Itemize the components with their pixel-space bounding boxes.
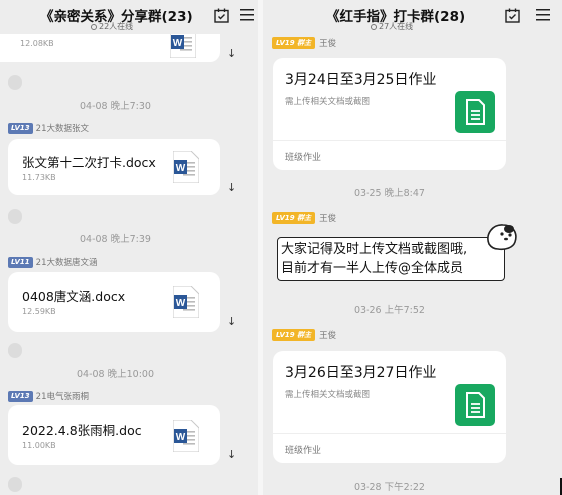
online-count-text: 27人在线 — [379, 22, 414, 31]
online-count: 27人在线 — [371, 21, 413, 32]
word-doc-icon: W — [173, 286, 199, 318]
online-count: 22人在线 — [91, 21, 133, 32]
online-icon — [91, 24, 97, 30]
document-icon — [455, 91, 495, 133]
sender-line: LV13 21大数据张文 — [8, 122, 89, 134]
menu-icon[interactable] — [536, 8, 550, 21]
level-text: LV19 — [276, 214, 295, 222]
sender-line: LV19 群主 王俊 — [272, 212, 336, 224]
message-text-line: 目前才有一半人上传@全体成员 — [281, 261, 464, 276]
file-size: 12.08KB — [20, 39, 54, 48]
task-title: 3月26日至3月27日作业 — [285, 365, 437, 381]
task-card[interactable]: 3月26日至3月27日作业 需上传相关文档或截图 班级作业 — [273, 351, 506, 463]
task-footer: 班级作业 — [285, 153, 322, 163]
svg-text:W: W — [176, 298, 186, 309]
calendar-check-icon[interactable] — [505, 8, 520, 23]
download-icon[interactable]: ↓ — [227, 181, 236, 194]
task-card[interactable]: 3月24日至3月25日作业 需上传相关文档或截图 班级作业 — [273, 58, 506, 170]
message-bubble[interactable]: 大家记得及时上传文档或截图哦, 目前才有一半人上传@全体成员 — [277, 237, 505, 281]
group-file-chip — [8, 75, 22, 90]
svg-text:W: W — [176, 163, 186, 174]
level-badge: LV19 群主 — [272, 212, 316, 224]
message-time: 04-08 晚上10:00 — [77, 369, 155, 380]
level-badge: LV11 — [8, 257, 33, 268]
group-file-chip — [8, 343, 22, 358]
word-doc-icon: W — [173, 151, 199, 183]
download-icon[interactable]: ↓ — [227, 448, 236, 461]
role-text: 群主 — [297, 39, 312, 47]
sender-name: 王俊 — [319, 39, 337, 49]
file-name: 2022.4.8张雨桐.doc — [22, 423, 142, 438]
chat-header: 《红手指》打卡群(28) 27人在线 — [263, 0, 560, 34]
message-time: 03-26 上午7:52 — [354, 305, 425, 316]
document-icon — [455, 384, 495, 426]
cartoon-dog-sticker — [487, 224, 517, 251]
task-title: 3月24日至3月25日作业 — [285, 72, 437, 88]
level-text: LV19 — [276, 39, 295, 47]
divider — [273, 433, 506, 434]
sender-name: 王俊 — [319, 331, 337, 341]
file-card[interactable]: 张文第十二次打卡.docx 11.73KB W — [8, 139, 220, 195]
file-size: 11.73KB — [22, 173, 56, 182]
level-badge: LV19 群主 — [272, 37, 316, 49]
task-desc: 需上传相关文档或截图 — [285, 97, 371, 107]
file-size: 11.00KB — [22, 441, 56, 450]
level-badge: LV19 群主 — [272, 329, 316, 341]
divider — [273, 140, 506, 141]
message-time: 04-08 晚上7:30 — [80, 101, 151, 112]
sender-line: LV11 21大数据唐文涵 — [8, 256, 97, 268]
download-icon[interactable]: ↓ — [227, 315, 236, 328]
download-icon[interactable]: ↓ — [227, 47, 236, 60]
chat-header: 《亲密关系》分享群(23) 22人在线 — [0, 0, 258, 34]
sender-name: 21电气张雨桐 — [35, 392, 89, 402]
calendar-check-icon[interactable] — [214, 8, 229, 23]
sender-line: LV19 群主 王俊 — [272, 329, 336, 341]
file-name: 0408唐文涵.docx — [22, 289, 126, 304]
message-text-line: 大家记得及时上传文档或截图哦, — [281, 242, 468, 257]
file-size: 12.59KB — [22, 307, 56, 316]
level-text: LV19 — [276, 331, 295, 339]
task-desc: 需上传相关文档或截图 — [285, 390, 371, 400]
group-file-chip — [8, 209, 22, 224]
file-card[interactable]: 2022.4.8张雨桐.doc 11.00KB W — [8, 405, 220, 465]
online-icon — [371, 24, 377, 30]
file-name: 张文第十二次打卡.docx — [22, 155, 156, 170]
task-footer: 班级作业 — [285, 446, 322, 456]
sender-name: 王俊 — [319, 214, 337, 224]
level-badge: LV13 — [8, 391, 33, 402]
svg-text:W: W — [176, 432, 186, 443]
word-doc-icon: W — [173, 420, 199, 452]
sender-name: 21大数据张文 — [35, 124, 89, 134]
svg-text:W: W — [173, 38, 183, 49]
menu-icon[interactable] — [240, 8, 254, 21]
group-file-chip — [8, 477, 22, 492]
sender-name: 21大数据唐文涵 — [35, 258, 98, 268]
file-card[interactable]: 0408唐文涵.docx 12.59KB W — [8, 272, 220, 332]
level-badge: LV13 — [8, 123, 33, 134]
sender-line: LV19 群主 王俊 — [272, 37, 336, 49]
chat-pane-right: LV19 群主 王俊 3月24日至3月25日作业 需上传相关文档或截图 班级作业 … — [263, 0, 560, 495]
role-text: 群主 — [297, 214, 312, 222]
message-time: 03-25 晚上8:47 — [354, 188, 425, 199]
chat-pane-left: 12.08KB W ↓ 04-08 晚上7:30 LV13 21大数据张文 张文第… — [0, 0, 258, 495]
role-text: 群主 — [297, 331, 312, 339]
message-time: 04-08 晚上7:39 — [80, 234, 151, 245]
online-count-text: 22人在线 — [99, 22, 134, 31]
sender-line: LV13 21电气张雨桐 — [8, 390, 89, 402]
message-time: 03-28 下午2:22 — [354, 482, 425, 493]
